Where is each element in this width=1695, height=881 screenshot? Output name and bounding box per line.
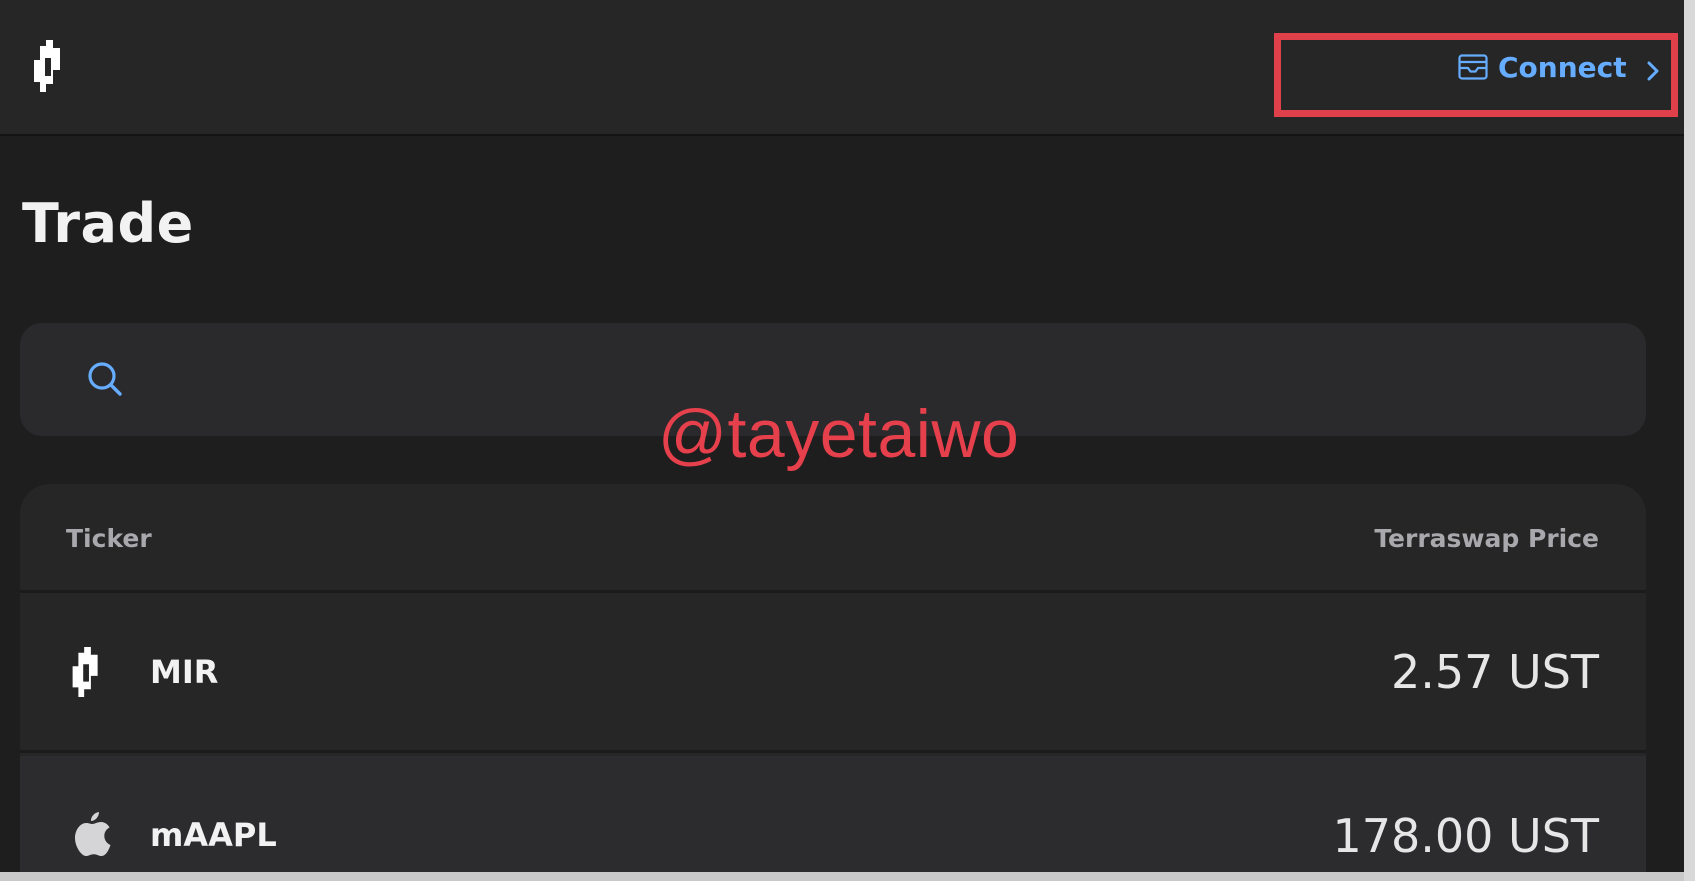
column-header-price[interactable]: Terraswap Price	[1374, 524, 1599, 553]
column-header-ticker[interactable]: Ticker	[66, 524, 152, 553]
ticker-label: mAAPL	[150, 816, 277, 854]
apple-icon	[72, 810, 112, 858]
chevron-right-icon	[1645, 56, 1661, 81]
table-row[interactable]: mAAPL 178.00 UST	[20, 756, 1646, 881]
top-header: Connect	[0, 0, 1684, 136]
ticker-label: MIR	[150, 653, 219, 691]
mirror-logo-icon	[70, 647, 106, 697]
page-title: Trade	[22, 192, 194, 255]
connect-label: Connect	[1498, 50, 1627, 84]
connect-wallet-button[interactable]: Connect	[1458, 48, 1661, 86]
search-icon	[86, 360, 124, 398]
watermark-text: @tayetaiwo	[658, 396, 1020, 472]
price-value: 178.00 UST	[1332, 809, 1599, 863]
bottom-edge	[0, 872, 1684, 881]
wallet-icon	[1458, 54, 1488, 80]
mirror-logo-icon[interactable]	[34, 40, 66, 92]
table-row[interactable]: MIR 2.57 UST	[20, 595, 1646, 753]
asset-table: Ticker Terraswap Price MIR 2.57 UST mAAP…	[20, 484, 1646, 881]
scrollbar[interactable]	[1684, 0, 1695, 881]
price-value: 2.57 UST	[1390, 645, 1599, 699]
table-header: Ticker Terraswap Price	[20, 484, 1646, 593]
